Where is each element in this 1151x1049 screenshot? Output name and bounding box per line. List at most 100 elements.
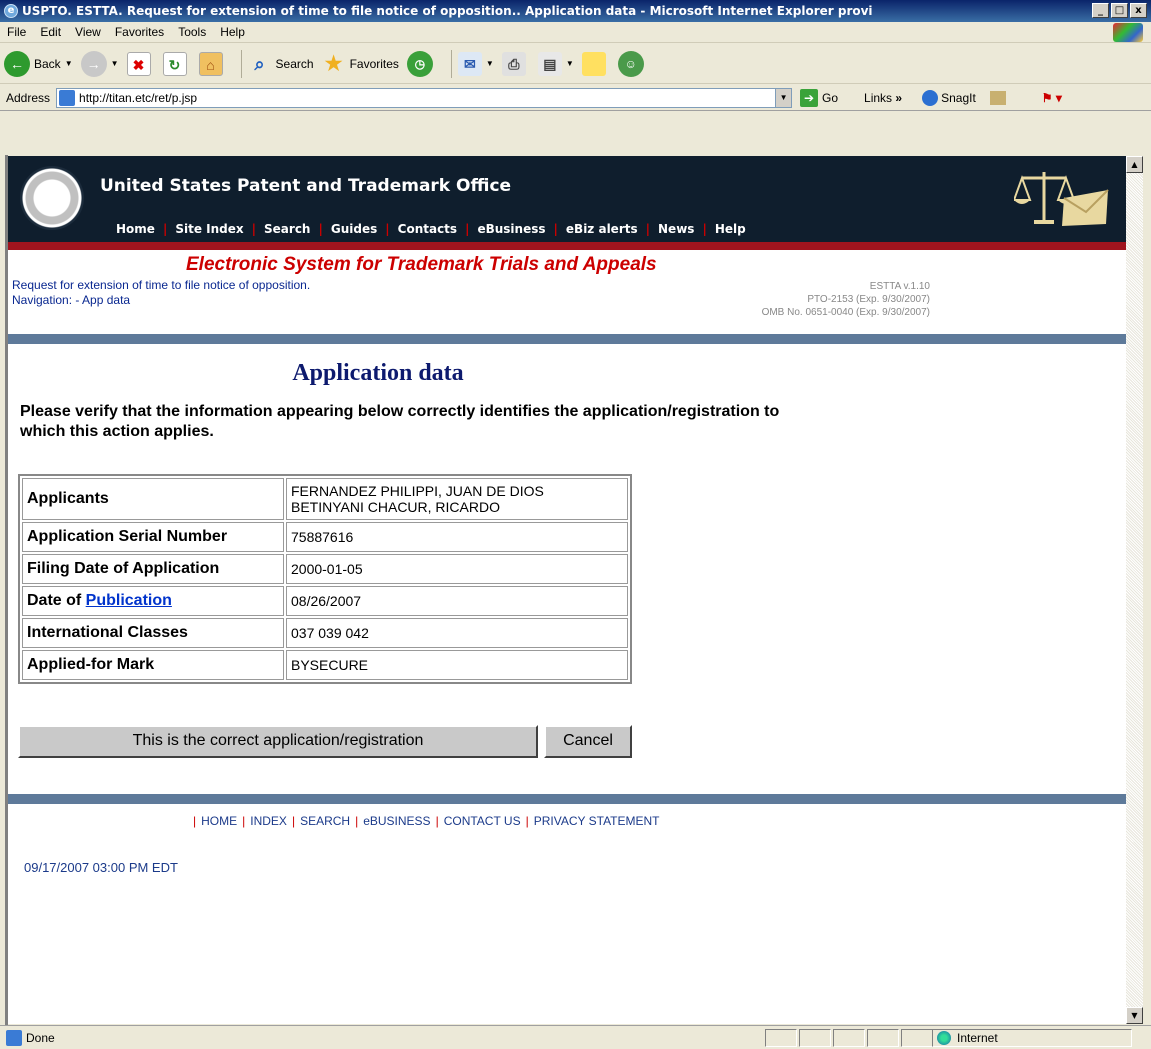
nav-site-index[interactable]: Site Index	[167, 222, 251, 236]
search-icon: ⌕	[254, 53, 265, 74]
nav-news[interactable]: News	[650, 222, 702, 236]
zone-label: Internet	[957, 1031, 998, 1045]
classes-value: 037 039 042	[286, 618, 628, 648]
status-panel	[765, 1029, 797, 1047]
globe-icon	[937, 1031, 951, 1045]
page-timestamp: 09/17/2007 03:00 PM EDT	[24, 860, 178, 875]
address-bar: Address http://titan.etc/ret/p.jsp ▼ ➔ G…	[0, 85, 1151, 111]
status-panels	[765, 1029, 933, 1047]
cancel-button[interactable]: Cancel	[544, 725, 632, 758]
edit-dropdown-icon[interactable]: ▼	[566, 59, 574, 68]
maximize-button[interactable]: □	[1111, 3, 1128, 18]
classes-label: International Classes	[22, 618, 284, 648]
forward-button[interactable]: → ▼	[80, 50, 119, 77]
page-title: Application data	[292, 360, 464, 386]
menu-file[interactable]: File	[0, 25, 33, 39]
nav-ebiz-alerts[interactable]: eBiz alerts	[558, 222, 646, 236]
refresh-button[interactable]: ↻	[162, 51, 191, 76]
menu-bar: File Edit View Favorites Tools Help	[0, 22, 1151, 43]
status-panel	[799, 1029, 831, 1047]
snagit-button[interactable]: SnagIt	[922, 89, 976, 106]
back-arrow-icon: ←	[4, 50, 30, 77]
edit-icon: ▤	[537, 51, 562, 76]
nav-help[interactable]: Help	[707, 222, 754, 236]
red-stripe	[8, 242, 1126, 250]
address-dropdown-icon[interactable]: ▼	[775, 88, 792, 107]
menu-favorites[interactable]: Favorites	[108, 25, 171, 39]
nav-ebusiness[interactable]: eBusiness	[469, 222, 553, 236]
table-row: Application Serial Number 75887616	[22, 522, 628, 552]
status-panel	[833, 1029, 865, 1047]
toolbar: ← Back ▼ → ▼ ✖ ↻ ⌂ ⌕ Search ★ Favorites …	[0, 44, 1151, 84]
address-input[interactable]: http://titan.etc/ret/p.jsp ▼	[56, 87, 793, 108]
security-zone: Internet	[932, 1029, 1132, 1047]
back-dropdown-icon[interactable]: ▼	[65, 59, 73, 68]
publication-link[interactable]: Publication	[86, 592, 172, 609]
back-button[interactable]: ← Back ▼	[4, 50, 73, 77]
confirm-application-button[interactable]: This is the correct application/registra…	[18, 725, 538, 758]
forward-dropdown-icon[interactable]: ▼	[111, 59, 119, 68]
discuss-button[interactable]	[581, 51, 610, 76]
go-button[interactable]: ➔ Go	[800, 88, 838, 107]
footer-divider-bar	[8, 794, 1126, 804]
nav-home[interactable]: Home	[108, 222, 163, 236]
scroll-up-icon[interactable]: ▲	[1126, 156, 1143, 173]
version-info: ESTTA v.1.10 PTO-2153 (Exp. 9/30/2007) O…	[762, 280, 930, 319]
edit-button[interactable]: ▤ ▼	[537, 51, 574, 76]
snagit-window-icon[interactable]	[989, 90, 1006, 105]
menu-tools[interactable]: Tools	[171, 25, 213, 39]
top-navigation: Home | Site Index | Search | Guides | Contac…	[108, 222, 754, 236]
footer-link-home[interactable]: HOME	[201, 814, 237, 828]
minimize-button[interactable]: _	[1092, 3, 1109, 18]
mail-dropdown-icon[interactable]: ▼	[486, 59, 494, 68]
instructions-text: Please verify that the information appea…	[20, 403, 780, 440]
scales-of-justice-icon	[1014, 172, 1109, 226]
table-row: International Classes 037 039 042	[22, 618, 628, 648]
history-button[interactable]: ◷	[406, 50, 437, 77]
nav-contacts[interactable]: Contacts	[390, 222, 465, 236]
footer-link-index[interactable]: INDEX	[250, 814, 287, 828]
print-button[interactable]: ⎙	[501, 51, 530, 76]
nav-search[interactable]: Search	[256, 222, 318, 236]
home-button[interactable]: ⌂	[198, 51, 227, 76]
footer-link-search[interactable]: SEARCH	[300, 814, 350, 828]
divider-bar	[8, 334, 1126, 344]
window-title: USPTO. ESTTA. Request for extension of t…	[22, 4, 873, 18]
messenger-icon: ☺	[617, 50, 644, 77]
stop-icon: ✖	[126, 51, 151, 76]
go-arrow-icon: ➔	[800, 88, 819, 107]
footer-link-contact-us[interactable]: CONTACT US	[444, 814, 521, 828]
footer-link-ebusiness[interactable]: eBUSINESS	[363, 814, 430, 828]
search-button[interactable]: ⌕ Search	[248, 52, 313, 76]
close-button[interactable]: x	[1130, 3, 1147, 18]
stop-button[interactable]: ✖	[126, 51, 155, 76]
scroll-down-icon[interactable]: ▼	[1126, 1007, 1143, 1024]
pto-form-number: PTO-2153 (Exp. 9/30/2007)	[807, 294, 930, 305]
snagit-icon	[922, 89, 939, 106]
estta-band: Electronic System for Trademark Trials a…	[8, 250, 1126, 332]
messenger-button[interactable]: ☺	[617, 50, 648, 77]
status-bar: Done Internet	[0, 1025, 1151, 1049]
menu-view[interactable]: View	[68, 25, 108, 39]
vertical-scrollbar[interactable]: ▲ ▼	[1126, 156, 1143, 1024]
footer-link-privacy[interactable]: PRIVACY STATEMENT	[534, 814, 660, 828]
links-button[interactable]: Links »	[864, 91, 902, 105]
nav-guides[interactable]: Guides	[323, 222, 385, 236]
omb-number: OMB No. 0651-0040 (Exp. 9/30/2007)	[761, 307, 930, 318]
mail-button[interactable]: ✉ ▼	[457, 51, 494, 76]
footer: | HOME | INDEX | SEARCH | eBUSINESS | CONTACT…	[8, 804, 1126, 1024]
address-url[interactable]: http://titan.etc/ret/p.jsp	[79, 91, 197, 105]
applicant-name: FERNANDEZ PHILIPPI, JUAN DE DIOS	[291, 483, 544, 499]
acrobat-icon[interactable]: ⚑ ▾	[1042, 91, 1062, 105]
menu-help[interactable]: Help	[213, 25, 252, 39]
filing-date-label: Filing Date of Application	[22, 554, 284, 584]
table-row: Applied-for Mark BYSECURE	[22, 650, 628, 680]
mail-icon: ✉	[457, 51, 482, 76]
footer-links: | HOME | INDEX | SEARCH | eBUSINESS | CONTACT…	[193, 814, 660, 828]
print-icon: ⎙	[501, 51, 526, 76]
menu-edit[interactable]: Edit	[33, 25, 68, 39]
browser-window: e USPTO. ESTTA. Request for extension of…	[0, 0, 1151, 1049]
table-row: Date of Publication 08/26/2007	[22, 586, 628, 616]
favorites-button[interactable]: ★ Favorites	[322, 52, 399, 76]
serial-label: Application Serial Number	[22, 522, 284, 552]
